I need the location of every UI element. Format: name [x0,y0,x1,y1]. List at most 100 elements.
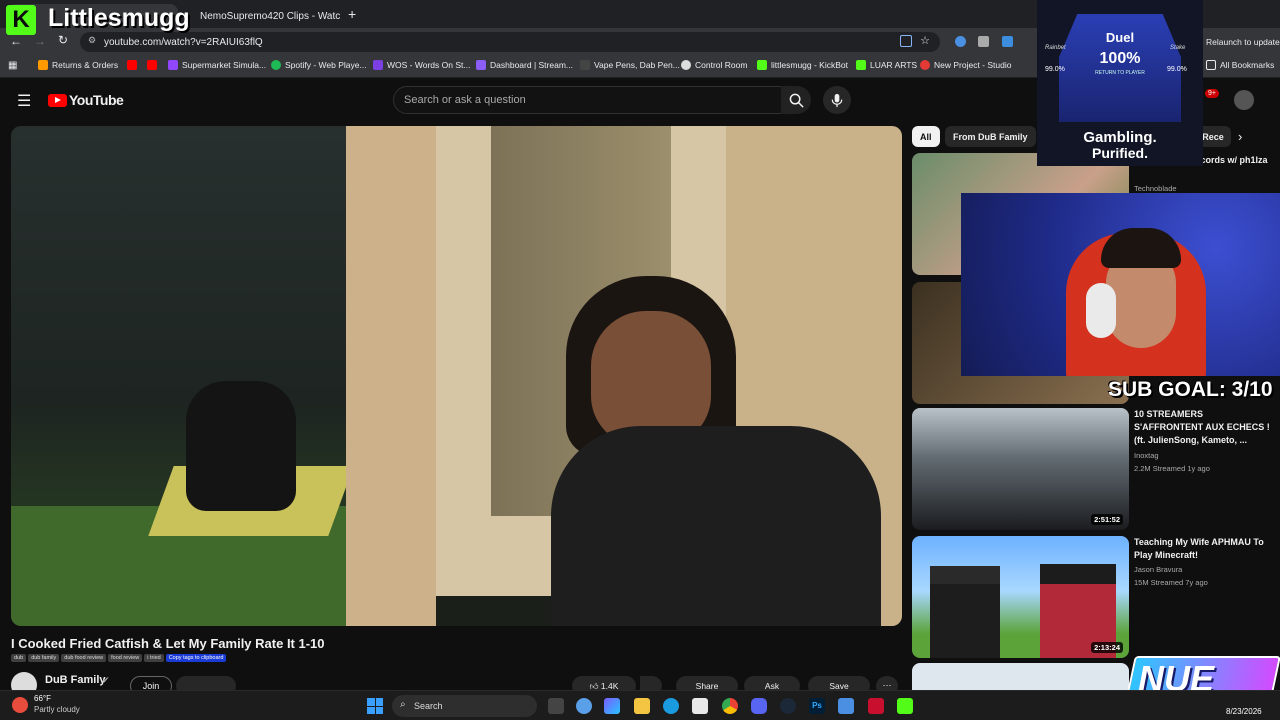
chrome-icon[interactable] [722,698,738,714]
youtube-logo[interactable]: YouTube [48,92,124,108]
bookmark-item[interactable]: Dashboard | Stream... [476,60,573,70]
bookmark-item[interactable]: New Project - Studio [920,60,1011,70]
video-scene-person-sitting [186,381,296,511]
bookmark-item[interactable]: Vape Pens, Dab Pen... [580,60,680,70]
tag-chip[interactable]: dub food review [61,654,107,662]
extension-icon[interactable] [978,36,989,47]
copilot-icon[interactable] [604,698,620,714]
video-scene-shirt [551,426,881,626]
headphones-icon [1086,283,1116,338]
recommended-channel[interactable]: Technoblade [1134,184,1177,193]
search-button[interactable] [781,86,811,114]
weather-temp: 66°F [34,694,51,703]
bookmark-favicon-icon [681,60,691,70]
kick-logo: K [6,5,36,35]
sponsor-ad-overlay: Duel 100% RETURN TO PLAYER Rainbet 99.0%… [1037,0,1203,166]
copy-tags-button[interactable]: Copy tags to clipboard [165,654,227,662]
bookmark-label: Spotify - Web Playe... [285,60,367,70]
bookmark-star-icon[interactable]: ☆ [920,34,930,47]
recommended-thumbnail[interactable] [912,663,1129,690]
forward-icon[interactable]: → [34,34,46,48]
discord-icon[interactable] [751,698,767,714]
url-field[interactable]: ⚙ youtube.com/watch?v=2RAIUI63flQ ☆ [80,32,940,52]
cast-icon[interactable] [900,35,912,47]
bookmark-favicon-icon [580,60,590,70]
ad-pct-left: 99.0% [1045,66,1065,73]
chip-from-channel[interactable]: From DuB Family [945,126,1036,147]
bookmark-item[interactable]: Control Room [681,60,747,70]
duration-badge: 2:51:52 [1091,514,1123,525]
steam-icon[interactable] [780,698,796,714]
video-player[interactable] [11,126,902,626]
search-icon [789,93,804,108]
back-icon[interactable]: ← [10,34,22,48]
chip-all[interactable]: All [912,126,940,147]
reload-icon[interactable]: ↻ [58,33,68,47]
notepad-icon[interactable] [838,698,854,714]
tag-chip[interactable]: dub [11,654,27,662]
taskbar-search[interactable]: ⌕ Search [392,695,537,717]
channel-name[interactable]: DuB Family [45,674,106,686]
tag-chip[interactable]: food review [108,654,143,662]
url-text: youtube.com/watch?v=2RAIUI63flQ [104,36,263,48]
tab-label: NemoSupremo420 Clips - Watc [200,10,341,22]
recommended-channel[interactable]: Jason Bravura [1134,565,1182,574]
all-bookmarks-button[interactable]: All Bookmarks [1206,60,1274,70]
apps-grid-icon[interactable]: ▦ [8,60,17,71]
windows-start-icon[interactable] [367,698,383,714]
ad-pct-right: 99.0% [1167,66,1187,73]
youtube-favicon-icon [127,60,137,70]
obs-icon[interactable] [897,698,913,714]
bookmark-favicon-icon [920,60,930,70]
ad-tagline-2: Purified. [1091,145,1148,161]
weather-icon[interactable] [12,697,28,713]
bookmark-favicon-icon [476,60,486,70]
extension-icon[interactable] [1002,36,1013,47]
bookmark-item[interactable]: WOS - Words On St... [373,60,470,70]
tag-chip[interactable]: i tried [144,654,164,662]
extension-icon[interactable] [955,36,966,47]
store-icon[interactable] [692,698,708,714]
recommended-title[interactable]: Teaching My Wife APHMAU To Play Minecraf… [1134,536,1274,562]
youtube-logo-text: YouTube [69,92,124,108]
verified-icon: ✔ [102,675,110,685]
bookmark-item[interactable]: Returns & Orders [38,60,118,70]
youtube-play-icon [48,93,67,107]
bookmark-favicon-icon [757,60,767,70]
bookmark-label: New Project - Studio [934,60,1012,70]
search-input[interactable]: Search or ask a question [393,86,783,114]
weather-desc: Partly cloudy [34,705,80,714]
chevron-right-icon[interactable]: › [1238,129,1242,144]
hamburger-menu-icon[interactable]: ☰ [17,91,31,111]
bookmark-item[interactable]: Spotify - Web Playe... [271,60,367,70]
bookmark-youtube[interactable] [127,60,141,70]
task-view-icon[interactable] [548,698,564,714]
tab-nemosupremo[interactable]: NemoSupremo420 Clips - Watc ✕ [186,4,346,28]
search-placeholder: Search or ask a question [404,94,526,106]
bookmark-favicon-icon [168,60,178,70]
taskbar-search-label: Search [414,701,443,711]
app-icon[interactable] [868,698,884,714]
relaunch-update-button[interactable]: Relaunch to update [1206,37,1280,47]
tag-chip[interactable]: dub family [28,654,60,662]
people-app-icon[interactable] [576,698,592,714]
bookmark-youtube[interactable] [147,60,161,70]
bookmark-label: Control Room [695,60,748,70]
site-info-icon[interactable]: ⚙ [88,35,96,46]
recommended-thumbnail[interactable]: 2:13:24 [912,536,1129,658]
recommended-title[interactable]: 10 STREAMERS S'AFFRONTENT AUX ECHECS ! (… [1134,408,1274,447]
recommended-thumbnail[interactable]: 2:51:52 [912,408,1129,530]
new-tab-icon[interactable]: + [348,6,356,22]
avatar[interactable] [1234,90,1254,110]
bookmark-item[interactable]: LUAR ARTS [856,60,917,70]
edge-icon[interactable] [663,698,679,714]
bookmark-item[interactable]: littlesmugg - KickBot [757,60,848,70]
photoshop-icon[interactable]: Ps [809,698,825,714]
recommended-channel[interactable]: Inoxtag [1134,451,1159,460]
bookmark-favicon-icon [856,60,866,70]
windows-taskbar: 66°F Partly cloudy ⌕ Search Ps 8/23/2026 [0,690,1280,720]
file-explorer-icon[interactable] [634,698,650,714]
voice-search-button[interactable] [823,86,851,114]
search-icon: ⌕ [400,699,406,710]
bookmark-item[interactable]: Supermarket Simula... [168,60,266,70]
